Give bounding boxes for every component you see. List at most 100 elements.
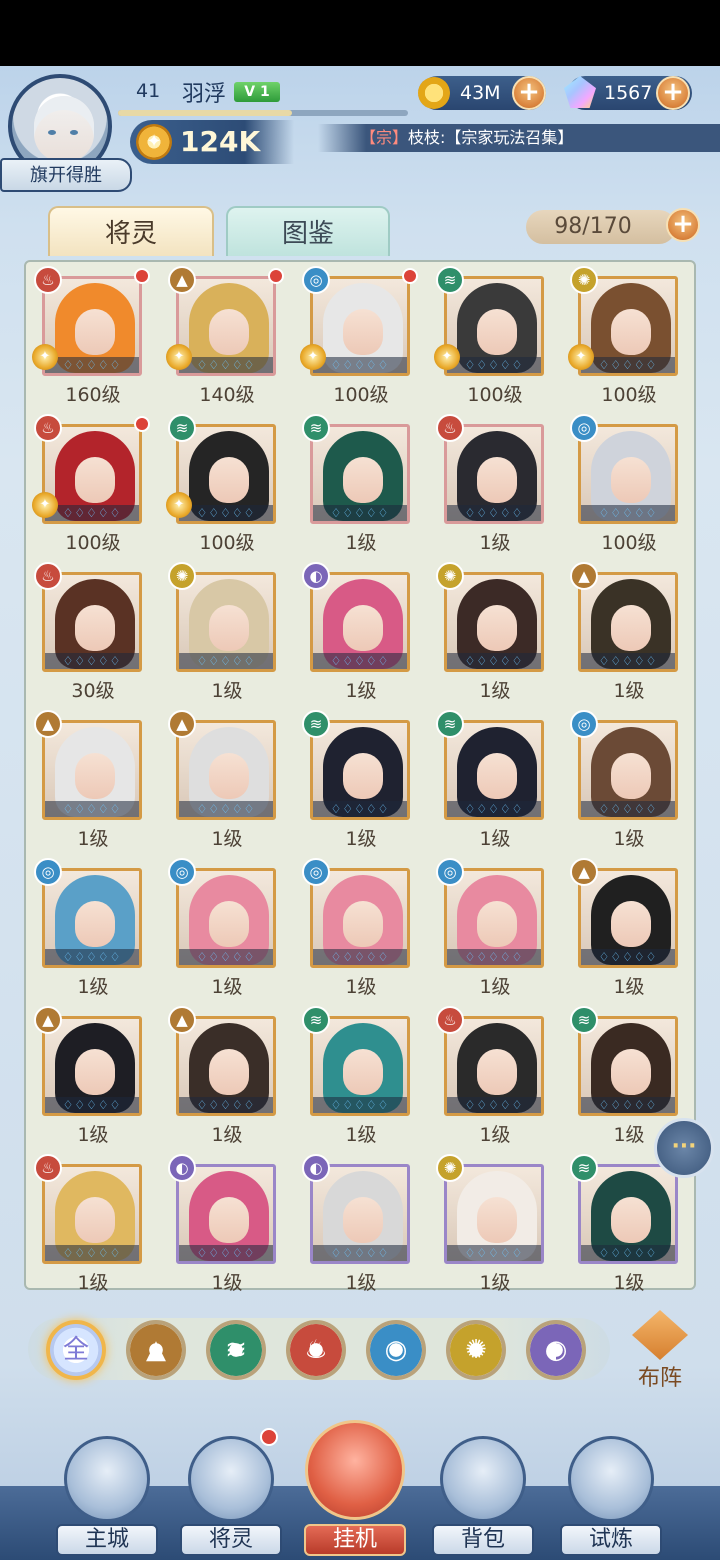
hero-card[interactable]: ♢♢♢♢♢ ✺ 1级 bbox=[428, 558, 562, 706]
hero-level: 1级 bbox=[77, 1272, 109, 1294]
hero-level: 100级 bbox=[65, 532, 121, 554]
light-element-icon: ✺ bbox=[570, 266, 598, 294]
nav-label: 背包 bbox=[432, 1524, 534, 1556]
hero-card[interactable]: ♢♢♢♢♢ ◎ 1级 bbox=[428, 854, 562, 1002]
hero-card[interactable]: ♢♢♢♢♢ ♨ ✦ 100级 bbox=[26, 410, 160, 558]
water-element-icon: ◎ bbox=[302, 266, 330, 294]
hero-card[interactable]: ♢♢♢♢♢ ▲ 1级 bbox=[26, 1002, 160, 1150]
hero-card[interactable]: ♢♢♢♢♢ ✺ 1级 bbox=[160, 558, 294, 706]
hero-portrait: ♢♢♢♢♢ bbox=[42, 868, 142, 968]
filter-all-button[interactable]: 全 bbox=[46, 1320, 106, 1380]
hero-card[interactable]: ♢♢♢♢♢ ≋ ✦ 100级 bbox=[160, 410, 294, 558]
hero-portrait: ♢♢♢♢♢ bbox=[310, 1164, 410, 1264]
bag-icon bbox=[440, 1436, 526, 1522]
filter-mountain-button[interactable]: ▲ bbox=[126, 1320, 186, 1380]
mountain-element-icon: ▲ bbox=[34, 1006, 62, 1034]
hero-card[interactable]: ♢♢♢♢♢ ◎ 1级 bbox=[26, 854, 160, 1002]
hero-star-rank: ♢♢♢♢♢ bbox=[313, 1097, 407, 1113]
hero-level: 1级 bbox=[345, 828, 377, 850]
hero-card[interactable]: ♢♢♢♢♢ ✺ 1级 bbox=[428, 1150, 562, 1298]
hero-card[interactable]: ♢♢♢♢♢ ◎ 1级 bbox=[562, 706, 696, 854]
hero-card[interactable]: ♢♢♢♢♢ ◎ 1级 bbox=[294, 854, 428, 1002]
hero-level: 30级 bbox=[71, 680, 115, 702]
light-element-icon: ✺ bbox=[436, 1154, 464, 1182]
hero-card[interactable]: ♢♢♢♢♢ ≋ ✦ 100级 bbox=[428, 262, 562, 410]
hero-card[interactable]: ♢♢♢♢♢ ▲ ✦ 140级 bbox=[160, 262, 294, 410]
hero-card[interactable]: ♢♢♢♢♢ ◎ ✦ 100级 bbox=[294, 262, 428, 410]
filter-light-button[interactable]: ✺ bbox=[446, 1320, 506, 1380]
hero-face bbox=[75, 309, 115, 355]
hero-card[interactable]: ♢♢♢♢♢ ◐ 1级 bbox=[160, 1150, 294, 1298]
hero-face bbox=[75, 1049, 115, 1095]
dark-element-icon: ◐ bbox=[302, 1154, 330, 1182]
hero-card[interactable]: ♢♢♢♢♢ ▲ 1级 bbox=[562, 854, 696, 1002]
hero-card[interactable]: ♢♢♢♢♢ ▲ 1级 bbox=[26, 706, 160, 854]
hero-card[interactable]: ♢♢♢♢♢ ≋ 1级 bbox=[294, 706, 428, 854]
hero-card[interactable]: ♢♢♢♢♢ ◎ 100级 bbox=[562, 410, 696, 558]
hero-face bbox=[343, 605, 383, 651]
hero-level: 1级 bbox=[211, 1124, 243, 1146]
hero-star-rank: ♢♢♢♢♢ bbox=[313, 653, 407, 669]
nav-idle[interactable]: 挂机 bbox=[300, 1420, 410, 1556]
chat-icon[interactable]: ··· bbox=[654, 1118, 714, 1178]
hero-portrait: ♢♢♢♢♢ bbox=[176, 1164, 276, 1264]
hero-card[interactable]: ♢♢♢♢♢ ♨ 1级 bbox=[428, 1002, 562, 1150]
hero-card[interactable]: ♢♢♢♢♢ ≋ 1级 bbox=[428, 706, 562, 854]
hero-star-rank: ♢♢♢♢♢ bbox=[581, 505, 675, 521]
filter-fire-button[interactable]: ♨ bbox=[286, 1320, 346, 1380]
hero-star-rank: ♢♢♢♢♢ bbox=[447, 1245, 541, 1261]
trial-icon bbox=[568, 1436, 654, 1522]
hero-face bbox=[477, 1197, 517, 1243]
hero-face bbox=[477, 901, 517, 947]
expand-capacity-button[interactable]: + bbox=[666, 208, 700, 242]
hero-face bbox=[477, 605, 517, 651]
chat-message[interactable]: 【宗】枝枝:【宗家玩法召集】 bbox=[360, 124, 573, 152]
hero-card[interactable]: ♢♢♢♢♢ ♨ 30级 bbox=[26, 558, 160, 706]
hero-card[interactable]: ♢♢♢♢♢ ≋ 1级 bbox=[294, 1002, 428, 1150]
hero-level: 100级 bbox=[467, 384, 523, 406]
hero-face bbox=[343, 901, 383, 947]
hero-star-rank: ♢♢♢♢♢ bbox=[179, 505, 273, 521]
filter-water-button[interactable]: ◎ bbox=[366, 1320, 426, 1380]
power-icon: ✦ bbox=[136, 124, 172, 160]
filter-wind-button[interactable]: ≋ bbox=[206, 1320, 266, 1380]
hero-card[interactable]: ♢♢♢♢♢ ▲ 1级 bbox=[562, 558, 696, 706]
hero-level: 100级 bbox=[333, 384, 389, 406]
tab-heroes[interactable]: 将灵 bbox=[48, 206, 214, 256]
awaken-badge-icon: ✦ bbox=[166, 344, 192, 370]
chat-body: 枝枝:【宗家玩法召集】 bbox=[408, 128, 574, 147]
hero-face bbox=[75, 457, 115, 503]
hero-face bbox=[611, 901, 651, 947]
hero-portrait: ♢♢♢♢♢ bbox=[42, 1164, 142, 1264]
nav-trial[interactable]: 试炼 bbox=[556, 1436, 666, 1556]
hero-card[interactable]: ♢♢♢♢♢ ✺ ✦ 100级 bbox=[562, 262, 696, 410]
hero-card[interactable]: ♢♢♢♢♢ ≋ 1级 bbox=[294, 410, 428, 558]
formation-button[interactable]: 布阵 bbox=[622, 1310, 698, 1396]
nav-city[interactable]: 主城 bbox=[52, 1436, 162, 1556]
add-gems-button[interactable]: + bbox=[656, 76, 690, 110]
filter-dark-button[interactable]: ◐ bbox=[526, 1320, 586, 1380]
hero-card[interactable]: ♢♢♢♢♢ ◐ 1级 bbox=[294, 558, 428, 706]
hero-card[interactable]: ♢♢♢♢♢ ◐ 1级 bbox=[294, 1150, 428, 1298]
hero-portrait: ♢♢♢♢♢ bbox=[444, 1016, 544, 1116]
add-coins-button[interactable]: + bbox=[512, 76, 546, 110]
hero-card[interactable]: ♢♢♢♢♢ ♨ 1级 bbox=[428, 410, 562, 558]
water-element-icon: ◎ bbox=[34, 858, 62, 886]
heroes-icon bbox=[188, 1436, 274, 1522]
hero-card[interactable]: ♢♢♢♢♢ ◎ 1级 bbox=[160, 854, 294, 1002]
hero-star-rank: ♢♢♢♢♢ bbox=[179, 1245, 273, 1261]
vip-badge[interactable]: V 1 bbox=[234, 82, 280, 102]
hero-face bbox=[477, 457, 517, 503]
nav-bag[interactable]: 背包 bbox=[428, 1436, 538, 1556]
nav-heroes[interactable]: 将灵 bbox=[176, 1428, 286, 1556]
hero-star-rank: ♢♢♢♢♢ bbox=[447, 357, 541, 373]
hero-card[interactable]: ♢♢♢♢♢ ♨ ✦ 160级 bbox=[26, 262, 160, 410]
hero-portrait: ♢♢♢♢♢ bbox=[578, 720, 678, 820]
hero-face bbox=[611, 605, 651, 651]
hero-card[interactable]: ♢♢♢♢♢ ♨ 1级 bbox=[26, 1150, 160, 1298]
hero-card[interactable]: ♢♢♢♢♢ ▲ 1级 bbox=[160, 1002, 294, 1150]
hero-level: 1级 bbox=[613, 680, 645, 702]
hero-face bbox=[343, 1197, 383, 1243]
tab-codex[interactable]: 图鉴 bbox=[226, 206, 390, 256]
hero-card[interactable]: ♢♢♢♢♢ ▲ 1级 bbox=[160, 706, 294, 854]
